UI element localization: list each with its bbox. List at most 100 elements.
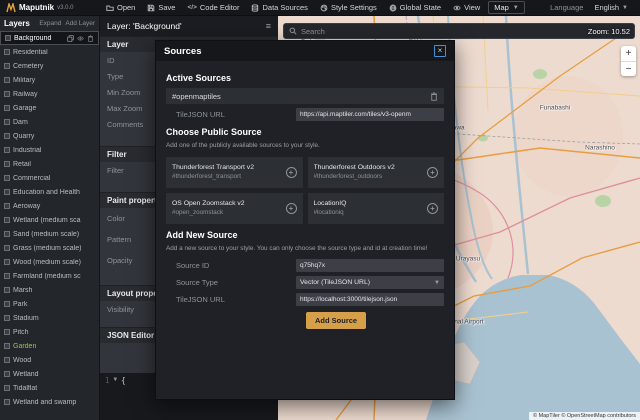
layer-item-wood-medium-scale[interactable]: Wood (medium scale) xyxy=(0,255,99,269)
save-button[interactable]: Save xyxy=(141,0,181,15)
json-code: { xyxy=(121,376,126,385)
layers-panel-header: Layers Expand Add Layer xyxy=(0,16,99,31)
layer-item-garage[interactable]: Garage xyxy=(0,101,99,115)
style-settings-button[interactable]: Style Settings xyxy=(314,0,383,15)
layer-label: Background xyxy=(14,34,52,42)
zoom-in-button[interactable]: + xyxy=(621,46,636,61)
search-input[interactable] xyxy=(301,26,629,36)
field-label: Visibility xyxy=(107,304,134,314)
global-state-button[interactable]: Global State xyxy=(383,0,447,15)
duplicate-layer-icon[interactable] xyxy=(67,34,74,42)
layer-item-military[interactable]: Military xyxy=(0,73,99,87)
form-label: Source ID xyxy=(176,261,210,271)
layer-item-education-and-health[interactable]: Education and Health xyxy=(0,185,99,199)
line-number: 1 xyxy=(105,376,110,385)
public-source-card-locationiq: LocationIQ #locationiq + xyxy=(307,192,444,224)
layer-label: Retail xyxy=(13,160,31,168)
map-label-narashino: Narashino xyxy=(585,144,615,152)
layer-item-stadium[interactable]: Stadium xyxy=(0,311,99,325)
layer-item-quarry[interactable]: Quarry xyxy=(0,129,99,143)
layer-item-residential[interactable]: Residential xyxy=(0,45,99,59)
layer-menu-icon[interactable]: ≡ xyxy=(266,21,271,31)
layer-type-icon xyxy=(4,287,10,293)
layer-type-icon xyxy=(4,77,10,83)
layer-item-park[interactable]: Park xyxy=(0,297,99,311)
layer-item-industrial[interactable]: Industrial xyxy=(0,143,99,157)
source-card-text: OS Open Zoomstack v2 #open_zoomstack xyxy=(172,200,282,216)
expand-button[interactable]: Expand xyxy=(39,20,61,27)
delete-layer-icon[interactable] xyxy=(87,34,94,42)
add-public-source-button[interactable]: + xyxy=(427,166,438,178)
layer-type-icon xyxy=(4,273,10,279)
tilejson-url-input[interactable] xyxy=(296,293,444,307)
layer-item-aeroway[interactable]: Aeroway xyxy=(0,199,99,213)
layer-item-grass-medium-scale[interactable]: Grass (medium scale) xyxy=(0,241,99,255)
code-editor-button[interactable]: </> Code Editor xyxy=(181,0,245,15)
layer-type-icon xyxy=(4,259,10,265)
active-source-row: #openmaptiles xyxy=(166,88,444,104)
layer-type-icon xyxy=(4,91,10,97)
layer-item-cemetery[interactable]: Cemetery xyxy=(0,59,99,73)
layer-item-retail[interactable]: Retail xyxy=(0,157,99,171)
layer-type-icon xyxy=(4,147,10,153)
map-label-funabashi: Funabashi xyxy=(539,104,571,112)
layer-type-icon xyxy=(4,245,10,251)
field-label: Comments xyxy=(107,119,144,129)
source-type-select[interactable]: Vector (TileJSON URL) ▼ xyxy=(296,276,444,290)
data-sources-button[interactable]: Data Sources xyxy=(245,0,313,15)
layer-item-commercial[interactable]: Commercial xyxy=(0,171,99,185)
active-tilejson-row: TileJSON URL xyxy=(166,108,444,121)
layer-item-wetland-medium-sca[interactable]: Wetland (medium sca xyxy=(0,213,99,227)
fold-icon[interactable]: ▼ xyxy=(114,376,118,417)
add-public-source-button[interactable]: + xyxy=(285,166,297,178)
view-button[interactable]: View xyxy=(447,0,486,15)
layer-item-wood[interactable]: Wood xyxy=(0,353,99,367)
folder-icon xyxy=(106,5,114,11)
layer-item-dam[interactable]: Dam xyxy=(0,115,99,129)
modal-title: Sources xyxy=(164,45,202,57)
source-card-title: Thunderforest Outdoors v2 xyxy=(313,164,395,172)
layer-item-sand-medium-scale[interactable]: Sand (medium scale) xyxy=(0,227,99,241)
layer-type-icon xyxy=(5,35,11,41)
layer-label: Wetland and swamp xyxy=(13,398,77,406)
layer-label: Pitch xyxy=(13,328,29,336)
toggle-visibility-icon[interactable] xyxy=(77,35,84,42)
chevron-down-icon: ▼ xyxy=(622,4,628,11)
zoom-out-button[interactable]: − xyxy=(621,61,636,76)
source-id-input[interactable] xyxy=(296,259,444,273)
layer-item-wetland[interactable]: Wetland xyxy=(0,367,99,381)
zoom-level-indicator: Zoom: 10.52 xyxy=(587,27,630,36)
source-card-title: Thunderforest Transport v2 xyxy=(172,164,254,172)
close-icon[interactable]: × xyxy=(434,45,446,57)
layer-item-tidalflat[interactable]: Tidalflat xyxy=(0,381,99,395)
layer-label: Dam xyxy=(13,118,28,126)
layer-item-farmland-medium-sc[interactable]: Farmland (medium sc xyxy=(0,269,99,283)
trash-icon[interactable] xyxy=(430,91,438,101)
open-button[interactable]: Open xyxy=(100,0,141,15)
form-row-source-id: Source ID xyxy=(166,259,444,273)
public-source-description: Add one of the publicly available source… xyxy=(166,142,320,149)
layer-item-marsh[interactable]: Marsh xyxy=(0,283,99,297)
layer-label: Residential xyxy=(13,48,48,56)
layer-type-icon xyxy=(4,133,10,139)
language-select[interactable]: English ▼ xyxy=(588,3,634,12)
add-source-button[interactable]: Add Source xyxy=(306,312,367,330)
add-public-source-button[interactable]: + xyxy=(285,202,297,214)
add-public-source-button[interactable]: + xyxy=(427,202,438,214)
add-layer-button[interactable]: Add Layer xyxy=(65,20,95,27)
layer-item-railway[interactable]: Railway xyxy=(0,87,99,101)
field-label: Color xyxy=(107,214,125,223)
layer-item-wetland-and-swamp[interactable]: Wetland and swamp xyxy=(0,395,99,409)
active-source-id: #openmaptiles xyxy=(172,91,221,101)
layer-editor-header: Layer: 'Background' ≡ xyxy=(100,16,278,36)
layer-item-background[interactable]: Background xyxy=(0,31,99,45)
view-mode-select[interactable]: Map ▼ xyxy=(488,1,525,14)
layer-item-garden[interactable]: Garden xyxy=(0,339,99,353)
maputnik-logo-icon xyxy=(6,2,16,12)
layer-item-pitch[interactable]: Pitch xyxy=(0,325,99,339)
tilejson-url-input[interactable] xyxy=(296,108,444,121)
public-source-card-thunderforest-transport-v2: Thunderforest Transport v2 #thunderforest… xyxy=(166,156,303,188)
map-attribution[interactable]: © MapTiler © OpenStreetMap contributors xyxy=(529,412,640,420)
layer-type-icon xyxy=(4,329,10,335)
layer-type-icon xyxy=(4,119,10,125)
